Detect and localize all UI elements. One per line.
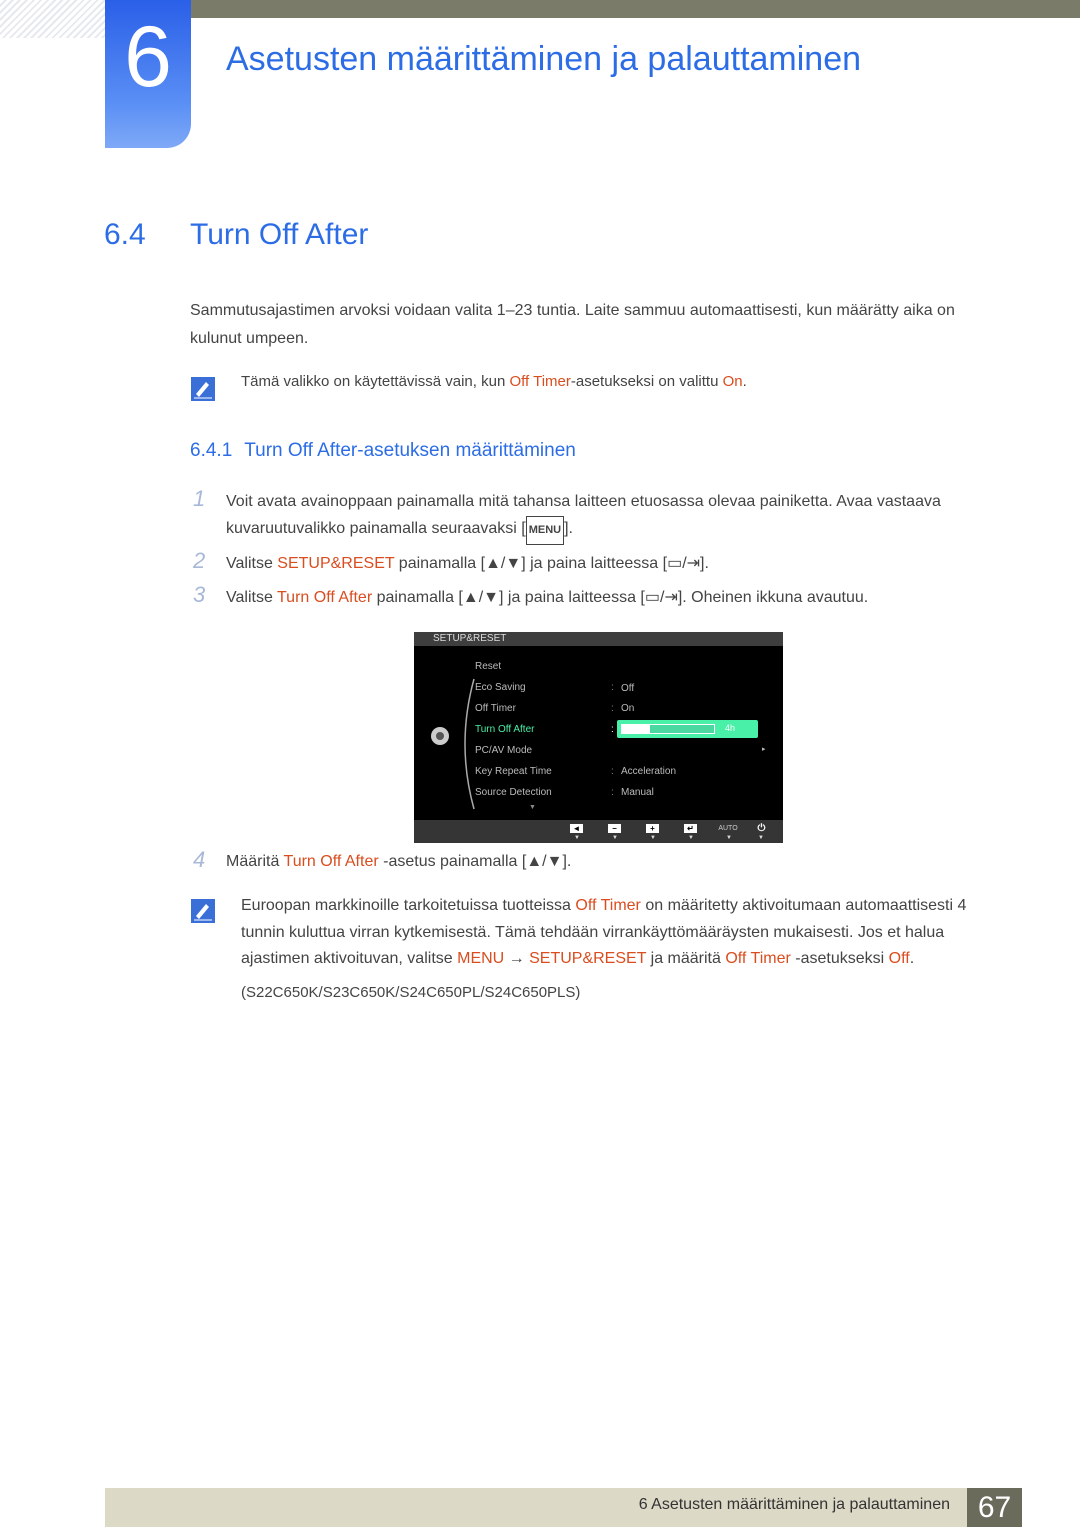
step-3: Valitse Turn Off After painamalla [▲/▼] … bbox=[226, 584, 868, 611]
chapter-title: Asetusten määrittäminen ja palauttaminen bbox=[226, 40, 862, 78]
osd-arrow-indicator: ▼ bbox=[574, 835, 580, 841]
arrow-icon: → bbox=[504, 950, 530, 967]
step-text: painamalla [ bbox=[372, 589, 463, 606]
osd-progress-fill bbox=[622, 725, 650, 733]
off-ref: Off bbox=[888, 950, 910, 967]
up-down-arrows-icon: ▲/▼ bbox=[462, 589, 499, 606]
step-number: 2 bbox=[193, 548, 206, 573]
osd-scroll-down-icon: ▼ bbox=[529, 804, 536, 811]
osd-item-eco-saving: Eco Saving bbox=[475, 682, 526, 693]
osd-button-bar: ◄ − + ↵ AUTO ⏻ ▼ ▼ ▼ ▼ ▼ ▼ bbox=[414, 820, 783, 843]
osd-colon: : bbox=[611, 703, 614, 714]
step-text: ] ja paina laitteessa [ bbox=[499, 589, 645, 606]
step-4: Määritä Turn Off After -asetus painamall… bbox=[226, 848, 571, 875]
step-text: ]. bbox=[700, 555, 709, 572]
step-text: ]. bbox=[564, 520, 573, 537]
osd-value-off-timer: On bbox=[621, 703, 635, 714]
step-text: ]. Oheinen ikkuna avautuu. bbox=[677, 589, 869, 606]
source-enter-icon: ▭/⇥ bbox=[644, 589, 678, 606]
step-text: Määritä bbox=[226, 853, 284, 870]
osd-value-eco-saving: Off bbox=[621, 683, 635, 694]
step-text: Valitse bbox=[226, 555, 278, 572]
note-text: -asetukseksi bbox=[790, 950, 889, 967]
step-number: 1 bbox=[193, 486, 206, 511]
intro-paragraph: Sammutusajastimen arvoksi voidaan valita… bbox=[190, 302, 955, 347]
osd-auto-button-icon: AUTO bbox=[718, 825, 738, 832]
osd-value-key-repeat-time: Acceleration bbox=[621, 766, 677, 777]
osd-minus-button-icon: − bbox=[608, 824, 621, 833]
note-eu-timer: Euroopan markkinoille tarkoitetuissa tuo… bbox=[241, 893, 1006, 973]
step-text: ]. bbox=[562, 853, 572, 870]
osd-left-button-icon: ◄ bbox=[570, 824, 583, 833]
up-down-arrows-icon: ▲/▼ bbox=[485, 555, 522, 572]
turn-off-after-ref: Turn Off After bbox=[277, 589, 373, 606]
subsection-title: Turn Off After-asetuksen määrittäminen bbox=[244, 440, 576, 461]
osd-arrow-indicator: ▼ bbox=[688, 835, 694, 841]
page-number: 67 bbox=[967, 1488, 1022, 1527]
off-timer-ref: Off Timer bbox=[725, 950, 791, 967]
osd-arrow-indicator: ▼ bbox=[650, 835, 656, 841]
menu-key-icon: MENU bbox=[525, 516, 565, 545]
footer-chapter-title: 6 Asetusten määrittäminen ja palauttamin… bbox=[638, 1496, 950, 1513]
osd-arrow-indicator: ▼ bbox=[758, 835, 764, 841]
osd-item-key-repeat-time: Key Repeat Time bbox=[475, 766, 552, 777]
osd-plus-button-icon: + bbox=[646, 824, 659, 833]
osd-value-source-detection: Manual bbox=[621, 787, 654, 798]
section-number: 6.4 bbox=[104, 218, 146, 251]
step-2: Valitse SETUP&RESET painamalla [▲/▼] ja … bbox=[226, 550, 709, 577]
off-timer-ref: Off Timer bbox=[575, 897, 641, 914]
note-text: . bbox=[742, 373, 747, 390]
turn-off-after-ref: Turn Off After bbox=[283, 853, 379, 870]
osd-item-source-detection: Source Detection bbox=[475, 787, 552, 798]
osd-colon: : bbox=[611, 682, 614, 693]
setup-reset-ref: SETUP&RESET bbox=[277, 555, 395, 572]
osd-item-turn-off-after: Turn Off After bbox=[475, 724, 535, 735]
step-number: 4 bbox=[193, 847, 206, 872]
step-text: ] ja paina laitteessa [ bbox=[521, 555, 668, 572]
up-down-arrows-icon: ▲/▼ bbox=[526, 853, 563, 870]
osd-submenu-arrow-icon: ▸ bbox=[762, 746, 766, 753]
note-text: Euroopan markkinoille tarkoitetuissa tuo… bbox=[241, 897, 576, 914]
note-pencil-icon bbox=[190, 376, 216, 407]
step-text: -asetus painamalla [ bbox=[378, 853, 527, 870]
note-text: ja määritä bbox=[646, 950, 726, 967]
osd-power-button-icon: ⏻ bbox=[757, 823, 766, 834]
note-text: Tämä valikko on käytettävissä vain, kun bbox=[241, 373, 510, 390]
step-1: Voit avata avainoppaan painamalla mitä t… bbox=[226, 488, 1006, 545]
osd-colon: : bbox=[611, 766, 614, 777]
osd-arrow-indicator: ▼ bbox=[726, 835, 732, 841]
subsection-number: 6.4.1 bbox=[190, 440, 233, 461]
source-enter-icon: ▭/⇥ bbox=[667, 555, 701, 572]
note-pencil-icon bbox=[190, 898, 216, 929]
step-text: Valitse bbox=[226, 589, 277, 606]
setup-reset-ref: SETUP&RESET bbox=[529, 950, 647, 967]
osd-item-off-timer: Off Timer bbox=[475, 703, 516, 714]
note-text: -asetukseksi on valittu bbox=[570, 373, 723, 390]
header-bar bbox=[190, 0, 1080, 18]
menu-ref: MENU bbox=[457, 950, 505, 967]
osd-menu-screenshot: SETUP&RESET Reset Eco Saving : Off Off T… bbox=[414, 632, 783, 843]
model-list: (S22C650K/S23C650K/S24C650PL/S24C650PLS) bbox=[241, 984, 581, 1001]
note-text: . bbox=[909, 950, 915, 967]
step-text: Voit avata avainoppaan painamalla mitä t… bbox=[226, 493, 941, 537]
osd-arrow-indicator: ▼ bbox=[612, 835, 618, 841]
step-text: painamalla [ bbox=[394, 555, 486, 572]
chapter-number: 6 bbox=[124, 9, 172, 105]
osd-colon: : bbox=[611, 724, 614, 735]
decorative-hatch bbox=[0, 0, 106, 38]
osd-turn-off-after-slider: 4h bbox=[617, 720, 758, 738]
subsection-heading: 6.4.1 Turn Off After-asetuksen määrittämi… bbox=[190, 440, 576, 462]
section-title: Turn Off After bbox=[190, 218, 369, 251]
osd-enter-button-icon: ↵ bbox=[684, 824, 697, 833]
osd-value-turn-off-after: 4h bbox=[725, 723, 736, 733]
osd-title: SETUP&RESET bbox=[414, 632, 783, 646]
osd-item-reset: Reset bbox=[475, 661, 502, 672]
osd-progress-bar bbox=[621, 724, 715, 734]
osd-colon: : bbox=[611, 787, 614, 798]
on-ref: On bbox=[722, 373, 743, 390]
osd-item-pc-av-mode: PC/AV Mode bbox=[475, 745, 533, 756]
note-availability: Tämä valikko on käytettävissä vain, kun … bbox=[241, 373, 747, 390]
step-number: 3 bbox=[193, 582, 206, 607]
off-timer-ref: Off Timer bbox=[509, 373, 571, 390]
